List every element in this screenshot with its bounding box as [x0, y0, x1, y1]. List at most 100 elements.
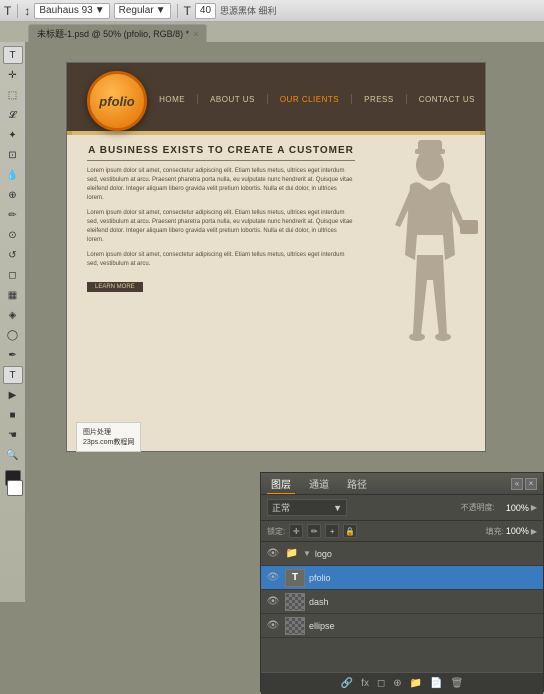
site-content: A BUSINESS EXISTS TO CREATE A CUSTOMER L…: [67, 135, 485, 445]
nav-about[interactable]: ABOUT US: [210, 95, 255, 104]
nav-contact[interactable]: CONTACT US: [419, 95, 475, 104]
shape-tool[interactable]: ■: [3, 406, 23, 424]
layer-item-logo[interactable]: 👁 📁 ▼ logo: [261, 542, 543, 566]
nav-press[interactable]: PRESS: [364, 95, 394, 104]
layer-visibility-ellipse[interactable]: 👁: [265, 618, 281, 634]
panel-header: 图层 通道 路径 « ×: [261, 473, 543, 495]
delete-layer-icon[interactable]: 🗑: [451, 678, 464, 689]
font-size-dropdown[interactable]: 40: [195, 3, 216, 19]
layer-list: 👁 📁 ▼ logo 👁 T pfolio 👁 dash 👁: [261, 542, 543, 672]
blend-mode-dropdown[interactable]: 正常 ▼: [267, 499, 347, 516]
tab-channels[interactable]: 通道: [305, 474, 333, 493]
tab-close-button[interactable]: ×: [193, 29, 198, 39]
layer-style-icon[interactable]: fx: [361, 678, 369, 689]
site-nav: HOME ABOUT US OUR CLIENTS PRESS CONTACT …: [159, 63, 485, 135]
nav-clients[interactable]: OUR CLIENTS: [280, 95, 339, 104]
layer-name-pfolio: pfolio: [309, 573, 539, 583]
lock-label: 锁定:: [267, 526, 285, 537]
logo-text: pfolio: [99, 94, 134, 109]
layer-item-pfolio[interactable]: 👁 T pfolio: [261, 566, 543, 590]
eyedropper-tool[interactable]: 💧: [3, 166, 23, 184]
hand-tool[interactable]: ☚: [3, 426, 23, 444]
history-tool[interactable]: ↺: [3, 246, 23, 264]
tab-bar: 未标题-1.psd @ 50% (pfolio, RGB/8) * ×: [0, 22, 544, 42]
link-layers-icon[interactable]: 🔗: [341, 678, 353, 689]
font-family-dropdown[interactable]: Bauhaus 93 ▼: [34, 3, 109, 19]
type-tool[interactable]: T: [3, 46, 23, 64]
magic-wand-tool[interactable]: ✦: [3, 126, 23, 144]
layer-item-ellipse[interactable]: 👁 ellipse: [261, 614, 543, 638]
layer-thumb-pfolio: T: [285, 569, 305, 587]
fill-arrow-icon[interactable]: ▶: [531, 527, 537, 536]
cta-button[interactable]: LEARN MORE: [87, 282, 143, 292]
site-paragraph-1: Lorem ipsum dolor sit amet, consectetur …: [87, 167, 355, 203]
tab-filename: 未标题-1.psd @ 50% (pfolio, RGB/8) *: [37, 27, 189, 40]
new-layer-icon[interactable]: 📄: [430, 678, 442, 689]
toolbar-separator-2: [177, 4, 178, 18]
layer-thumb-ellipse: [285, 617, 305, 635]
move-tool[interactable]: ✛: [3, 66, 23, 84]
panel-collapse-buttons: « ×: [511, 478, 537, 490]
font-style-dropdown[interactable]: Regular ▼: [114, 3, 171, 19]
panel-collapse-btn[interactable]: «: [511, 478, 523, 490]
layer-mask-icon[interactable]: ◻: [377, 678, 385, 689]
lock-move-icon[interactable]: ✛: [289, 524, 303, 538]
business-figure: [365, 135, 485, 415]
lock-position-icon[interactable]: +: [325, 524, 339, 538]
clone-tool[interactable]: ⊙: [3, 226, 23, 244]
layers-blend-row: 正常 ▼ 不透明度: 100% ▶: [261, 495, 543, 521]
layer-visibility-dash[interactable]: 👁: [265, 594, 281, 610]
panels-area: 图层 通道 路径 « × 正常 ▼ 不透明度: 100% ▶ 锁定: ✛ ✏: [26, 472, 544, 692]
text-tool-left[interactable]: T: [3, 366, 23, 384]
blur-tool[interactable]: ◈: [3, 306, 23, 324]
dodge-tool[interactable]: ◯: [3, 326, 23, 344]
site-paragraph-2: Lorem ipsum dolor sit amet, consectetur …: [87, 209, 355, 245]
nav-divider-1: [197, 94, 198, 104]
pen-tool[interactable]: ✒: [3, 346, 23, 364]
heal-tool[interactable]: ⊕: [3, 186, 23, 204]
layer-visibility-pfolio[interactable]: 👁: [265, 570, 281, 586]
tab-paths[interactable]: 路径: [343, 474, 371, 493]
panel-close-btn[interactable]: ×: [525, 478, 537, 490]
crop-tool[interactable]: ⊡: [3, 146, 23, 164]
layer-folder-icon-logo: 📁: [285, 547, 299, 561]
marquee-tool[interactable]: ⬚: [3, 86, 23, 104]
layer-thumb-dash: [285, 593, 305, 611]
lock-all-icon[interactable]: 🔒: [343, 524, 357, 538]
top-toolbar: T ↕ Bauhaus 93 ▼ Regular ▼ T 40 思源黑体 细利: [0, 0, 544, 22]
opacity-value[interactable]: 100%: [497, 503, 529, 513]
path-selection-tool[interactable]: ▶: [3, 386, 23, 404]
layer-name-ellipse: ellipse: [309, 621, 539, 631]
nav-divider-3: [351, 94, 352, 104]
tab-layers[interactable]: 图层: [267, 474, 295, 494]
text-tool-icon[interactable]: T: [4, 4, 11, 18]
watermark-line2: 23ps.com教程网: [83, 437, 134, 447]
site-paragraph-3: Lorem ipsum dolor sit amet, consectetur …: [87, 251, 355, 269]
layer-expand-arrow-logo[interactable]: ▼: [303, 549, 311, 558]
layer-item-dash[interactable]: 👁 dash: [261, 590, 543, 614]
opacity-control: 不透明度: 100% ▶: [461, 502, 537, 513]
site-headline: A BUSINESS EXISTS TO CREATE A CUSTOMER: [87, 145, 355, 161]
text-tool-icon-2[interactable]: T: [184, 4, 191, 18]
document-tab[interactable]: 未标题-1.psd @ 50% (pfolio, RGB/8) * ×: [28, 24, 207, 42]
zoom-tool[interactable]: 🔍: [3, 446, 23, 464]
layer-name-logo: logo: [315, 549, 539, 559]
layers-panel: 图层 通道 路径 « × 正常 ▼ 不透明度: 100% ▶ 锁定: ✛ ✏: [260, 472, 544, 692]
opacity-arrow-icon[interactable]: ▶: [531, 503, 537, 512]
gradient-tool[interactable]: ▦: [3, 286, 23, 304]
fill-label: 填充:: [486, 526, 504, 537]
color-background[interactable]: [7, 480, 23, 496]
adjustment-layer-icon[interactable]: ⊕: [393, 678, 401, 689]
size-icon[interactable]: ↕: [24, 4, 30, 18]
left-toolbar: T ✛ ⬚ 𝓛 ✦ ⊡ 💧 ⊕ ✏ ⊙ ↺ ◻ ▦ ◈ ◯ ✒ T ▶ ■ ☚ …: [0, 42, 26, 602]
eraser-tool[interactable]: ◻: [3, 266, 23, 284]
nav-home[interactable]: HOME: [159, 95, 185, 104]
lasso-tool[interactable]: 𝓛: [3, 106, 23, 124]
opacity-label: 不透明度:: [461, 502, 495, 513]
layer-visibility-logo[interactable]: 👁: [265, 546, 281, 562]
layers-lock-row: 锁定: ✛ ✏ + 🔒 填充: 100% ▶: [261, 521, 543, 542]
lock-brush-icon[interactable]: ✏: [307, 524, 321, 538]
fill-value[interactable]: 100%: [506, 526, 529, 536]
new-group-icon[interactable]: 📁: [410, 678, 422, 689]
brush-tool[interactable]: ✏: [3, 206, 23, 224]
